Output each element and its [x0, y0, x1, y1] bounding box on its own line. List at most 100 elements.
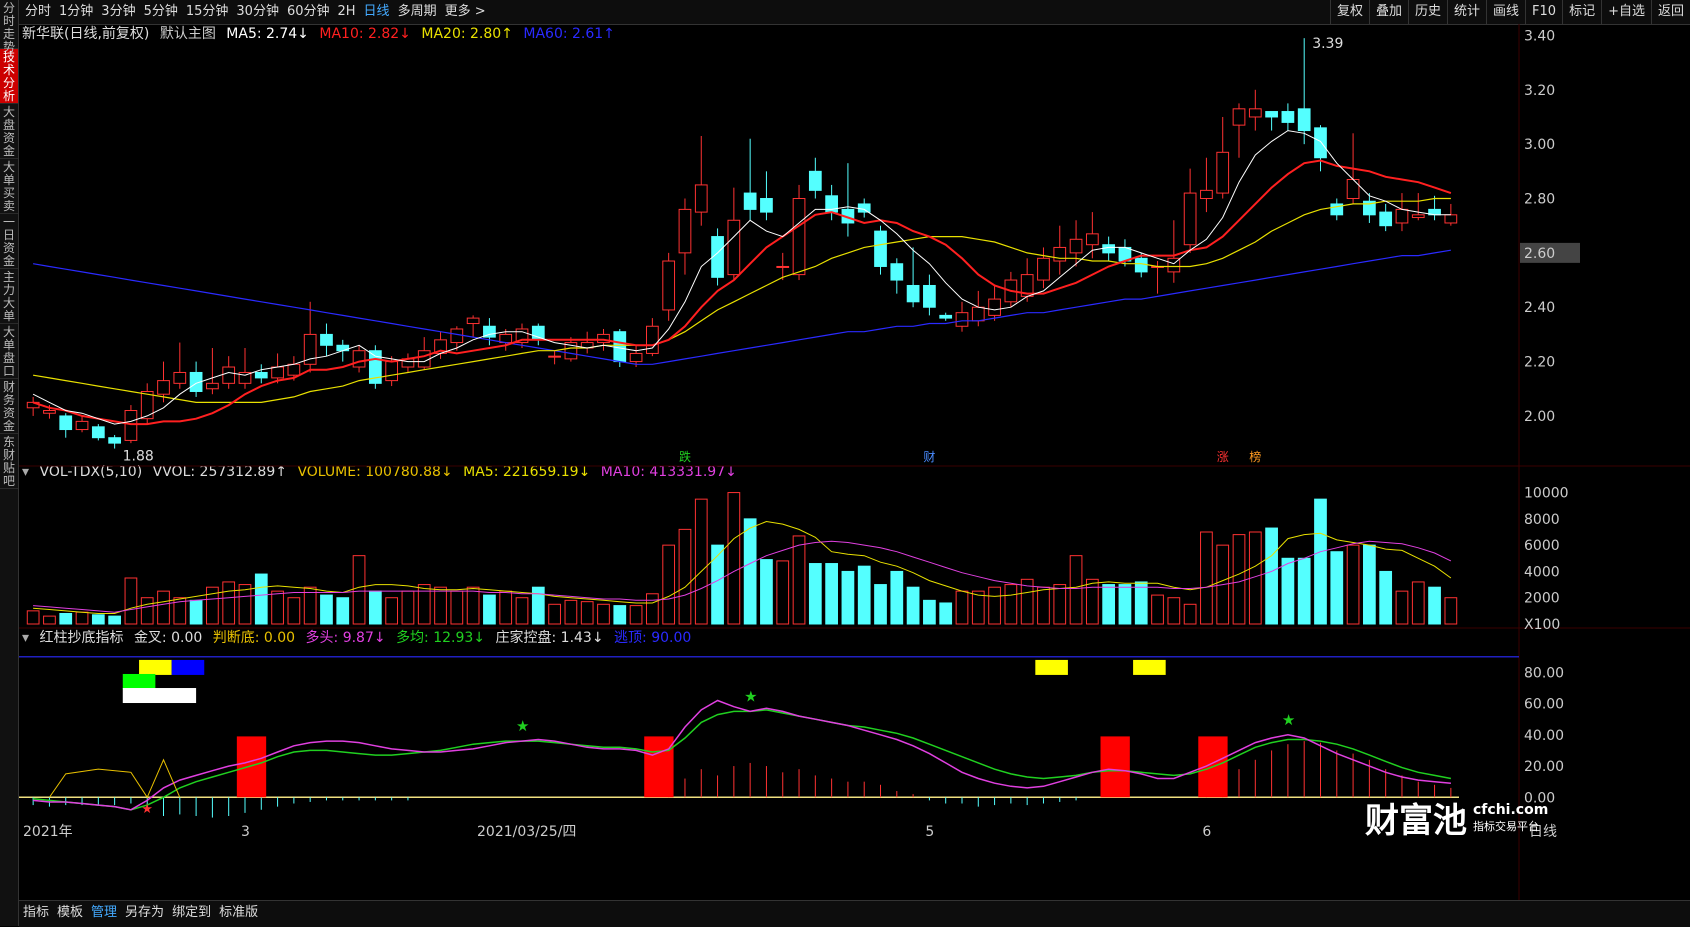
volume-bar-49 [808, 563, 822, 625]
left-tab-5[interactable]: 一日资金 [0, 214, 18, 269]
toolbar-button-4[interactable]: 统计 [1447, 0, 1486, 24]
candle-75 [1232, 103, 1246, 158]
candles [26, 38, 1458, 449]
bottom-tab-2[interactable]: 模板 [53, 901, 87, 925]
candle-80 [1314, 125, 1327, 172]
left-tab-3[interactable]: 大盘资金 [0, 104, 18, 159]
left-tab-1[interactable]: 分时走势 [0, 0, 18, 54]
candle-body [1379, 211, 1393, 227]
watermark: 财富池 cfchi.com 指标交易平台 [1365, 793, 1650, 842]
candle-73 [1200, 157, 1213, 213]
period-tab-10[interactable]: 多周期 [394, 0, 441, 24]
candle-52 [857, 198, 871, 218]
candle-body [1134, 257, 1148, 273]
bottom-tab-4[interactable]: 另存为 [121, 901, 168, 925]
candle-25 [417, 337, 431, 370]
left-tab-2[interactable]: 技术分析 [0, 49, 18, 104]
candle-12 [206, 348, 219, 395]
period-tab-2[interactable]: 1分钟 [55, 0, 97, 24]
period-tab-1[interactable]: 分时 [21, 0, 55, 24]
price-tick-label: 2.80 [1524, 192, 1555, 208]
period-tab-5[interactable]: 15分钟 [182, 0, 233, 24]
toolbar-button-9[interactable]: 返回 [1650, 0, 1690, 24]
toolbar-button-7[interactable]: 标记 [1562, 0, 1601, 24]
left-tab-8[interactable]: 财务资金 [0, 379, 18, 434]
candle-body [1102, 244, 1116, 254]
candle-body [173, 371, 187, 384]
candle-24 [401, 353, 415, 373]
period-tab-4[interactable]: 5分钟 [140, 0, 182, 24]
volume-bar-34 [564, 599, 578, 625]
volume-bar-23 [385, 597, 399, 625]
candle-body [108, 437, 121, 444]
left-tab-6[interactable]: 主力大单 [0, 269, 18, 324]
candle-body [662, 260, 676, 311]
toolbar-button-1[interactable]: 复权 [1329, 0, 1369, 24]
candle-18 [303, 301, 317, 373]
toolbar-button-2[interactable]: 叠加 [1368, 0, 1408, 24]
volume-bar-72 [1183, 603, 1197, 625]
candle-body [1069, 238, 1083, 254]
toolbar-button-6[interactable]: F10 [1525, 0, 1562, 24]
period-tab-6[interactable]: 30分钟 [232, 0, 283, 24]
bottom-tab-3[interactable]: 管理 [87, 901, 121, 925]
candle-body [59, 415, 73, 431]
volume-bar-75 [1232, 534, 1246, 625]
candle-body [1216, 151, 1230, 194]
bottom-tab-1[interactable]: 指标 [19, 901, 53, 925]
bottom-signal-block-1 [236, 736, 267, 798]
candle-3 [59, 413, 73, 438]
volume-bar-32 [531, 586, 545, 625]
zhuangjia-line [49, 758, 181, 799]
chart-canvas[interactable]: 3.39 1.88 跌 财 涨 榜 ★ ★ ★ ★ 3.40 3.20 3.00 2.80 2.60 2.… [19, 24, 1690, 900]
candle-body [678, 208, 692, 254]
bottom-toolbar: 指标 模板 管理 另存为 绑定到 标准版 [19, 900, 1690, 927]
toolbar-button-3[interactable]: 历史 [1407, 0, 1447, 24]
event-marker-4: 榜 [1249, 449, 1261, 464]
left-tab-4[interactable]: 大单买卖 [0, 159, 18, 214]
volume-bar-55 [906, 586, 920, 625]
period-tab-8[interactable]: 2H [334, 0, 360, 24]
left-tab-7[interactable]: 大单盘口 [0, 324, 18, 379]
candle-44 [727, 187, 741, 281]
volume-bar-54 [890, 570, 904, 625]
volume-bar-63 [1037, 586, 1050, 625]
candle-33 [548, 350, 561, 365]
candle-body [43, 410, 56, 414]
period-tab-3[interactable]: 3分钟 [97, 0, 139, 24]
toolbar-button-8[interactable]: +自选 [1601, 0, 1651, 24]
candle-85 [1395, 193, 1409, 232]
volume-bar-44 [727, 492, 741, 625]
bottom-tab-5[interactable]: 绑定到 [168, 901, 215, 925]
period-tab-9[interactable]: 日线 [360, 0, 394, 24]
candle-46 [760, 171, 773, 221]
candle-56 [923, 274, 936, 316]
candle-16 [271, 353, 284, 384]
signal-flag-1 [139, 659, 172, 675]
bottom-signal-block-2 [644, 736, 674, 798]
volume-bar-33 [548, 603, 561, 625]
time-tick-label: 3 [241, 824, 250, 840]
signal-flag-3 [122, 673, 156, 689]
bottom-tab-6[interactable]: 标准版 [215, 901, 262, 925]
left-tab-9[interactable]: 东财贴吧 [0, 434, 18, 489]
volume-bar-77 [1265, 527, 1278, 625]
candle-body [808, 170, 822, 191]
volume-bar-46 [760, 559, 773, 625]
toolbar-button-5[interactable]: 画线 [1486, 0, 1525, 24]
volume-bar-25 [417, 584, 431, 625]
candle-60 [988, 285, 1001, 321]
period-toolbar: 分时 1分钟 3分钟 5分钟 15分钟 30分钟 60分钟 2H 日线 多周期 更多 > 复权 叠加历… [19, 0, 1690, 25]
volume-bar-82 [1346, 544, 1360, 625]
volume-tick-label: 2000 [1524, 591, 1560, 607]
volume-bar-64 [1053, 584, 1067, 625]
ma60-line [32, 249, 1451, 365]
candle-body [206, 382, 219, 390]
candle-28 [466, 315, 480, 338]
period-tab-11[interactable]: 更多 > [441, 0, 490, 24]
buy-star-icon: ★ [744, 687, 757, 705]
period-tab-7[interactable]: 60分钟 [283, 0, 334, 24]
candle-79 [1297, 38, 1311, 145]
candle-body [1411, 214, 1425, 219]
time-tick-label: 5 [925, 824, 934, 840]
